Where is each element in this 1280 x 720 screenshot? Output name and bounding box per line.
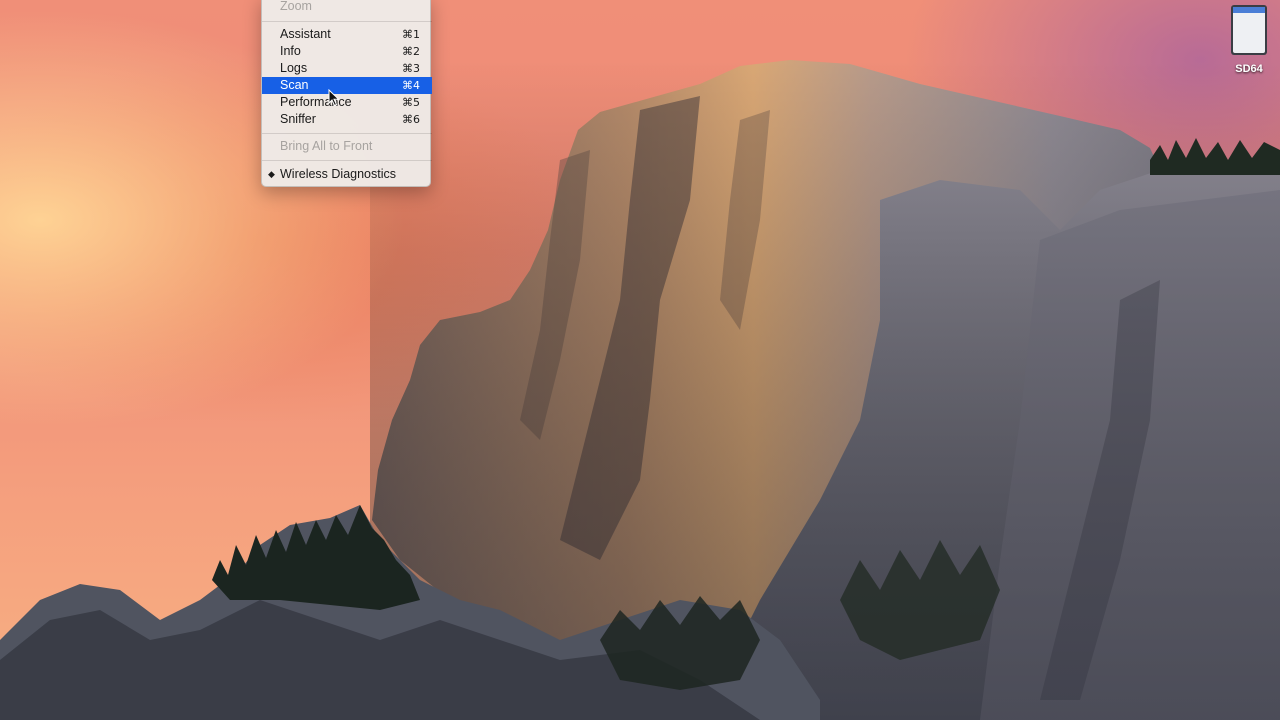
menu-item-label: Performance: [280, 95, 352, 109]
desktop-drive-label: SD64: [1235, 63, 1263, 75]
menu-item-shortcut: ⌘1: [402, 28, 420, 41]
menu-separator: [262, 21, 432, 22]
menu-item-info[interactable]: Info ⌘2: [262, 43, 432, 60]
menu-item-assistant[interactable]: Assistant ⌘1: [262, 26, 432, 43]
mouse-pointer-icon: [328, 89, 340, 107]
wallpaper-image: [0, 60, 1280, 720]
external-drive-icon: [1231, 5, 1267, 55]
menu-item-wireless-diagnostics[interactable]: ◆ Wireless Diagnostics: [262, 166, 432, 183]
menu-separator: [262, 133, 432, 134]
menu-item-label: Sniffer: [280, 112, 316, 126]
menu-item-zoom-label: Zoom: [280, 0, 312, 13]
desktop-drive-sd64[interactable]: SD64: [1227, 4, 1271, 78]
menu-item-bring-all-to-front: Bring All to Front: [262, 138, 432, 155]
menu-item-label: Wireless Diagnostics: [280, 167, 397, 181]
menu-item-label: Scan: [280, 78, 309, 92]
menu-item-label: Bring All to Front: [280, 139, 373, 153]
menu-item-sniffer[interactable]: Sniffer ⌘6: [262, 111, 432, 128]
menu-item-zoom: Zoom: [262, 0, 432, 15]
menu-item-shortcut: ⌘6: [402, 113, 420, 126]
window-menu: Zoom Assistant ⌘1 Info ⌘2 Logs ⌘3 Scan ⌘…: [261, 0, 432, 187]
menu-item-logs[interactable]: Logs ⌘3: [262, 60, 432, 77]
menu-item-label: Assistant: [280, 27, 331, 41]
menu-item-shortcut: ⌘3: [402, 62, 420, 75]
menu-item-shortcut: ⌘4: [402, 79, 420, 92]
menu-item-shortcut: ⌘2: [402, 45, 420, 58]
menu-item-shortcut: ⌘5: [402, 96, 420, 109]
diamond-icon: ◆: [268, 169, 275, 179]
menu-separator: [262, 160, 432, 161]
menu-item-label: Info: [280, 44, 301, 58]
menu-item-scan[interactable]: Scan ⌘4: [262, 77, 432, 94]
menu-item-label: Logs: [280, 61, 308, 75]
desktop: Zoom Assistant ⌘1 Info ⌘2 Logs ⌘3 Scan ⌘…: [0, 0, 1280, 720]
menu-item-performance[interactable]: Performance ⌘5: [262, 94, 432, 111]
